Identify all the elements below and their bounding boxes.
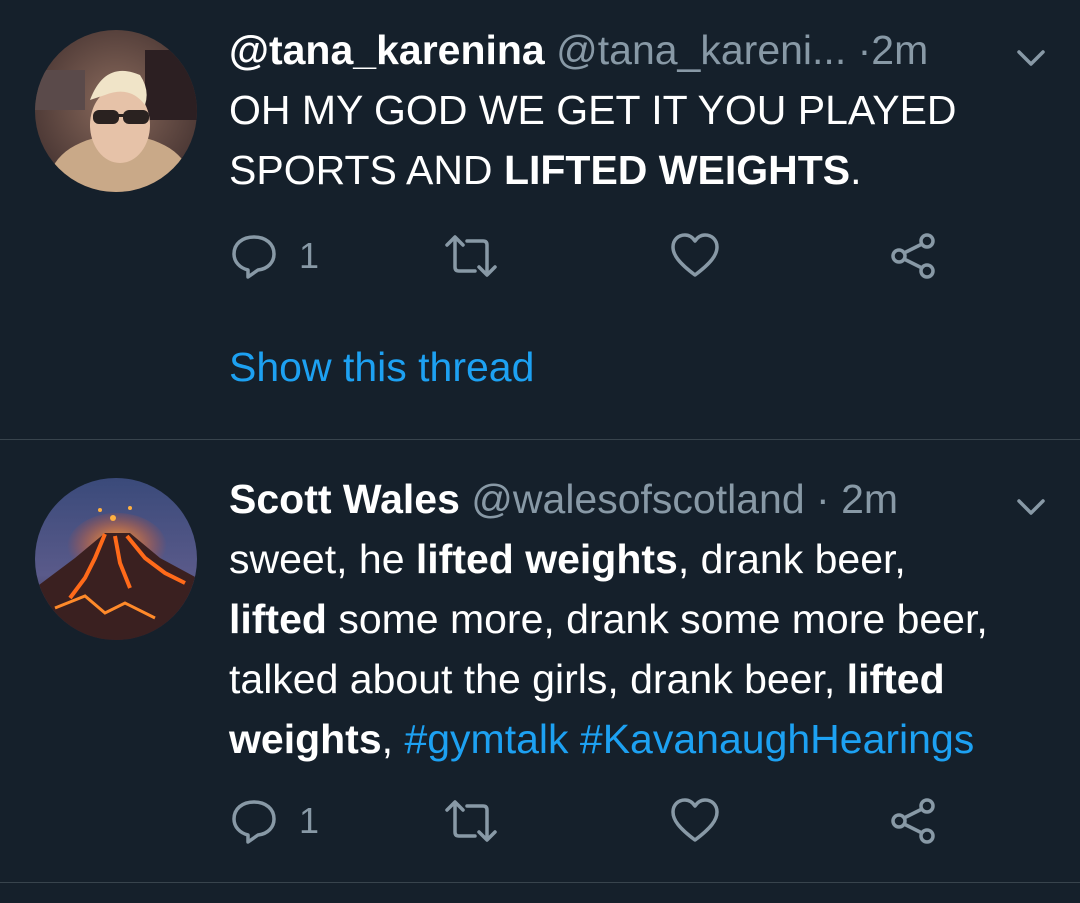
reply-icon xyxy=(232,800,276,844)
share-button[interactable] xyxy=(889,796,939,846)
like-button[interactable] xyxy=(669,796,721,846)
tweet-actions: 1 xyxy=(229,231,969,281)
tweet[interactable]: @tana_karenina @tana_kareni... ·2m OH MY… xyxy=(0,0,1080,439)
show-thread-link[interactable]: Show this thread xyxy=(229,340,534,394)
display-name[interactable]: @tana_karenina xyxy=(229,27,545,73)
retweet-button[interactable] xyxy=(443,231,499,281)
text-segment: SPORTS AND xyxy=(229,147,504,193)
user-handle[interactable]: @walesofscotland xyxy=(471,476,804,522)
chevron-down-icon[interactable] xyxy=(1016,48,1046,68)
bold-text: LIFTED WEIGHTS xyxy=(503,147,851,193)
bold-text: lifted xyxy=(229,596,327,642)
share-button[interactable] xyxy=(889,231,939,281)
text-segment: some more, drank some more beer, xyxy=(326,596,988,642)
avatar-photo xyxy=(35,478,197,640)
tweet[interactable]: Scott Wales @walesofscotland · 2m sweet,… xyxy=(0,440,1080,882)
text-segment: , xyxy=(381,716,405,762)
avatar-photo xyxy=(35,30,197,192)
retweet-icon xyxy=(445,800,497,842)
bold-text: lifted xyxy=(846,656,945,702)
hashtag-gymtalk[interactable]: #gymtalk xyxy=(404,716,568,762)
separator-dot: · xyxy=(816,476,830,522)
avatar[interactable] xyxy=(35,478,197,640)
reply-count: 1 xyxy=(299,235,320,276)
timestamp[interactable]: 2m xyxy=(871,27,928,73)
user-handle[interactable]: @tana_kareni... xyxy=(556,27,846,73)
bold-text: weights xyxy=(229,716,382,762)
timestamp[interactable]: 2m xyxy=(841,476,898,522)
chevron-down-icon[interactable] xyxy=(1016,497,1046,517)
text-segment xyxy=(569,716,580,762)
heart-icon xyxy=(671,798,719,842)
share-icon xyxy=(891,798,935,844)
avatar[interactable] xyxy=(35,30,197,192)
text-segment: , drank beer, xyxy=(677,536,906,582)
text-segment: talked about the girls, drank beer, xyxy=(229,656,847,702)
reply-button[interactable]: 1 xyxy=(229,796,319,846)
reply-count: 1 xyxy=(299,800,320,841)
text-segment: sweet, he xyxy=(229,536,416,582)
separator-dot: · xyxy=(857,27,872,73)
bold-text: lifted weights xyxy=(415,536,678,582)
reply-icon xyxy=(232,235,276,279)
hashtag-kavanaugh-hearings[interactable]: #KavanaughHearings xyxy=(580,716,974,762)
text-segment: . xyxy=(850,147,862,193)
retweet-button[interactable] xyxy=(443,796,499,846)
heart-icon xyxy=(671,233,719,277)
tweet-text: OH MY GOD WE GET IT YOU PLAYED SPORTS AN… xyxy=(229,80,1059,200)
share-icon xyxy=(891,233,935,279)
tweet-actions: 1 xyxy=(229,796,969,846)
text-segment: OH MY GOD WE GET IT YOU PLAYED xyxy=(229,87,957,133)
tweet-header: @tana_karenina @tana_kareni... ·2m xyxy=(229,25,1040,75)
divider xyxy=(0,882,1080,883)
like-button[interactable] xyxy=(669,231,721,281)
tweet-text: sweet, he lifted weights, drank beer, li… xyxy=(229,529,1059,769)
reply-button[interactable]: 1 xyxy=(229,231,319,281)
retweet-icon xyxy=(445,235,497,277)
tweet-header: Scott Wales @walesofscotland · 2m xyxy=(229,474,1040,524)
display-name[interactable]: Scott Wales xyxy=(229,476,460,522)
